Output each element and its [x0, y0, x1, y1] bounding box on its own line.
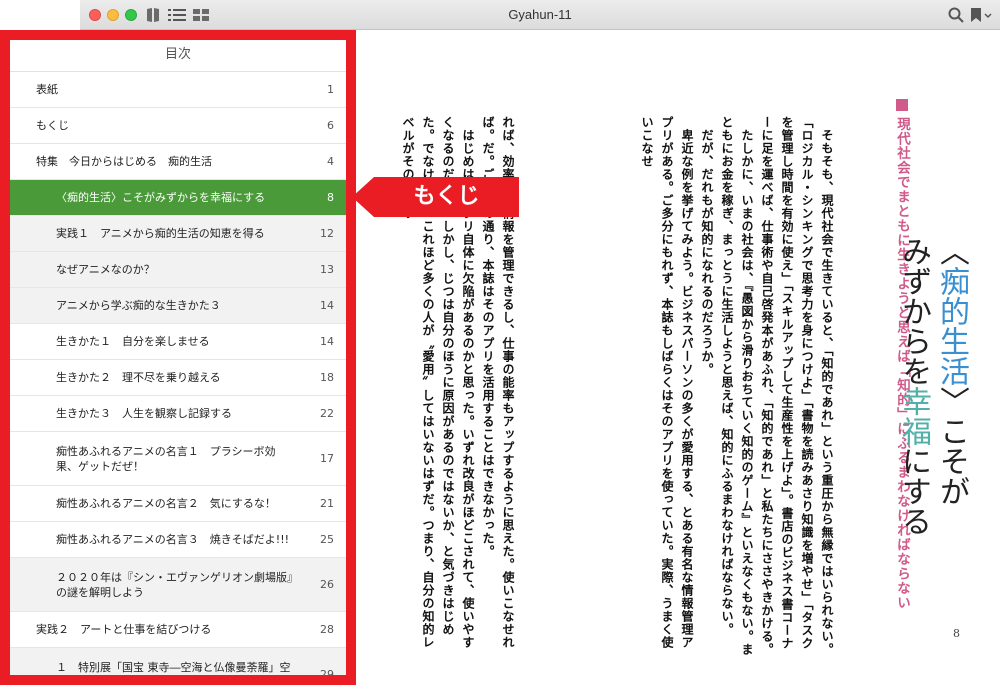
toc-item[interactable]: 〈痴的生活〉こそがみずからを幸福にする 8 [10, 180, 346, 216]
title-part-6: にする [896, 446, 931, 536]
toc-item[interactable]: 生きかた２ 理不尽を乗り越える 18 [10, 360, 346, 396]
toc-item[interactable]: 痴性あふれるアニメの名言１ プラシーボ効果、ゲットだぜ！ 17 [10, 432, 346, 486]
toc-item[interactable]: 痴性あふれるアニメの名言３ 焼きそばだよ!!! 25 [10, 522, 346, 558]
search-icon[interactable] [948, 7, 964, 23]
toc-item-page: 17 [320, 452, 334, 465]
toc-item-page: 22 [320, 407, 334, 420]
toc-item-page: 6 [327, 119, 334, 132]
toc-item[interactable]: ２０２０年は『シン・エヴァンゲリオン劇場版』の謎を解明しよう 26 [10, 558, 346, 612]
toc-item-label: 特集 今日からはじめる 痴的生活 [36, 155, 212, 168]
toc-header: 目次 [10, 40, 346, 72]
toc-item[interactable]: 生きかた３ 人生を観察し記録する 22 [10, 396, 346, 432]
article-title: 〈痴的生活〉こそが みずからを幸福にする [894, 236, 970, 676]
toc-item-label: 生きかた３ 人生を観察し記録する [56, 407, 232, 420]
title-part-3: 〉こそが [934, 386, 969, 506]
toc-item-page: 8 [327, 191, 334, 204]
toc-item-page: 25 [320, 533, 334, 546]
toc-item[interactable]: なぜアニメなのか？ 13 [10, 252, 346, 288]
toc-item-label: 生きかた１ 自分を楽しませる [56, 335, 210, 348]
toc-item-label: 痴性あふれるアニメの名言３ 焼きそばだよ!!! [56, 533, 290, 546]
toc-item-page: 1 [327, 83, 334, 96]
toc-item[interactable]: アニメから学ぶ痴的な生きかた３ 14 [10, 288, 346, 324]
toc-item-page: 28 [320, 623, 334, 636]
toc-item-label: なぜアニメなのか？ [56, 263, 155, 276]
toc-callout: もくじ [352, 177, 519, 217]
toc-item-page: 21 [320, 497, 334, 510]
toc-item-page: 26 [320, 578, 334, 591]
bookmark-icon[interactable] [970, 7, 982, 23]
toc-item-page: 12 [320, 227, 334, 240]
window-titlebar: Gyahun-11 [80, 0, 1000, 30]
callout-label: もくじ [413, 184, 480, 209]
title-part-2: 痴的生活 [934, 266, 969, 386]
toc-item[interactable]: もくじ 6 [10, 108, 346, 144]
toc-item-label: 痴性あふれるアニメの名言１ プラシーボ効果、ゲットだぜ！ [56, 444, 276, 473]
toc-item-label: 表紙 [36, 83, 58, 96]
toc-item-label: 生きかた２ 理不尽を乗り越える [56, 371, 221, 384]
title-part-5: 幸福 [896, 386, 931, 446]
toc-item-label: 痴性あふれるアニメの名言２ 気にするな！ [56, 497, 276, 510]
toc-item-label: 実践１ アニメから痴的生活の知恵を得る [56, 227, 265, 240]
toc-item-label: ２０２０年は『シン・エヴァンゲリオン劇場版』の謎を解明しよう [56, 570, 293, 599]
toc-item[interactable]: 表紙 1 [10, 72, 346, 108]
toc-item-label: １ 特別展「国宝 東寺―空海と仏像曼荼羅」空海さんのプロデュース力の秘密を探る [56, 660, 291, 685]
toc-item[interactable]: 実践１ アニメから痴的生活の知恵を得る 12 [10, 216, 346, 252]
toc-item-label: もくじ [36, 119, 69, 132]
title-part-1: 〈 [934, 236, 969, 266]
toc-item[interactable]: 痴性あふれるアニメの名言２ 気にするな！ 21 [10, 486, 346, 522]
toc-item[interactable]: 生きかた１ 自分を楽しませる 14 [10, 324, 346, 360]
toc-item[interactable]: 特集 今日からはじめる 痴的生活 4 [10, 144, 346, 180]
toc-item-page: 14 [320, 299, 334, 312]
subheading-marker [896, 99, 908, 111]
toc-item-page: 29 [320, 668, 334, 681]
toc-list: 表紙 1 もくじ 6 特集 今日からはじめる 痴的生活 4 〈痴的生活〉こそがみずからを幸福… [10, 72, 346, 685]
title-part-4: みずからを [896, 236, 931, 386]
toc-item[interactable]: 実践２ アートと仕事を結びつける 28 [10, 612, 346, 648]
toc-item-label: 実践２ アートと仕事を結びつける [36, 623, 212, 636]
toc-item-page: 18 [320, 371, 334, 384]
page-number: 8 [953, 627, 960, 640]
body-text-right-column: そもそも、現代社会で生きていると、「知的であれ」という重圧から無縁ではいられない… [640, 116, 834, 656]
toc-item-page: 14 [320, 335, 334, 348]
toc-item-page: 4 [327, 155, 334, 168]
chevron-down-icon[interactable] [984, 7, 992, 23]
toc-item-label: 〈痴的生活〉こそがみずからを幸福にする [56, 191, 266, 204]
toc-item-page: 13 [320, 263, 334, 276]
toc-item-label: アニメから学ぶ痴的な生きかた３ [56, 299, 221, 312]
window-title: Gyahun-11 [508, 7, 572, 22]
toc-item[interactable]: １ 特別展「国宝 東寺―空海と仏像曼荼羅」空海さんのプロデュース力の秘密を探る 2… [10, 648, 346, 685]
toc-sidebar: 目次 表紙 1 もくじ 6 特集 今日からはじめる 痴的生活 4 〈痴的生活〉こそがみずから… [10, 40, 346, 685]
